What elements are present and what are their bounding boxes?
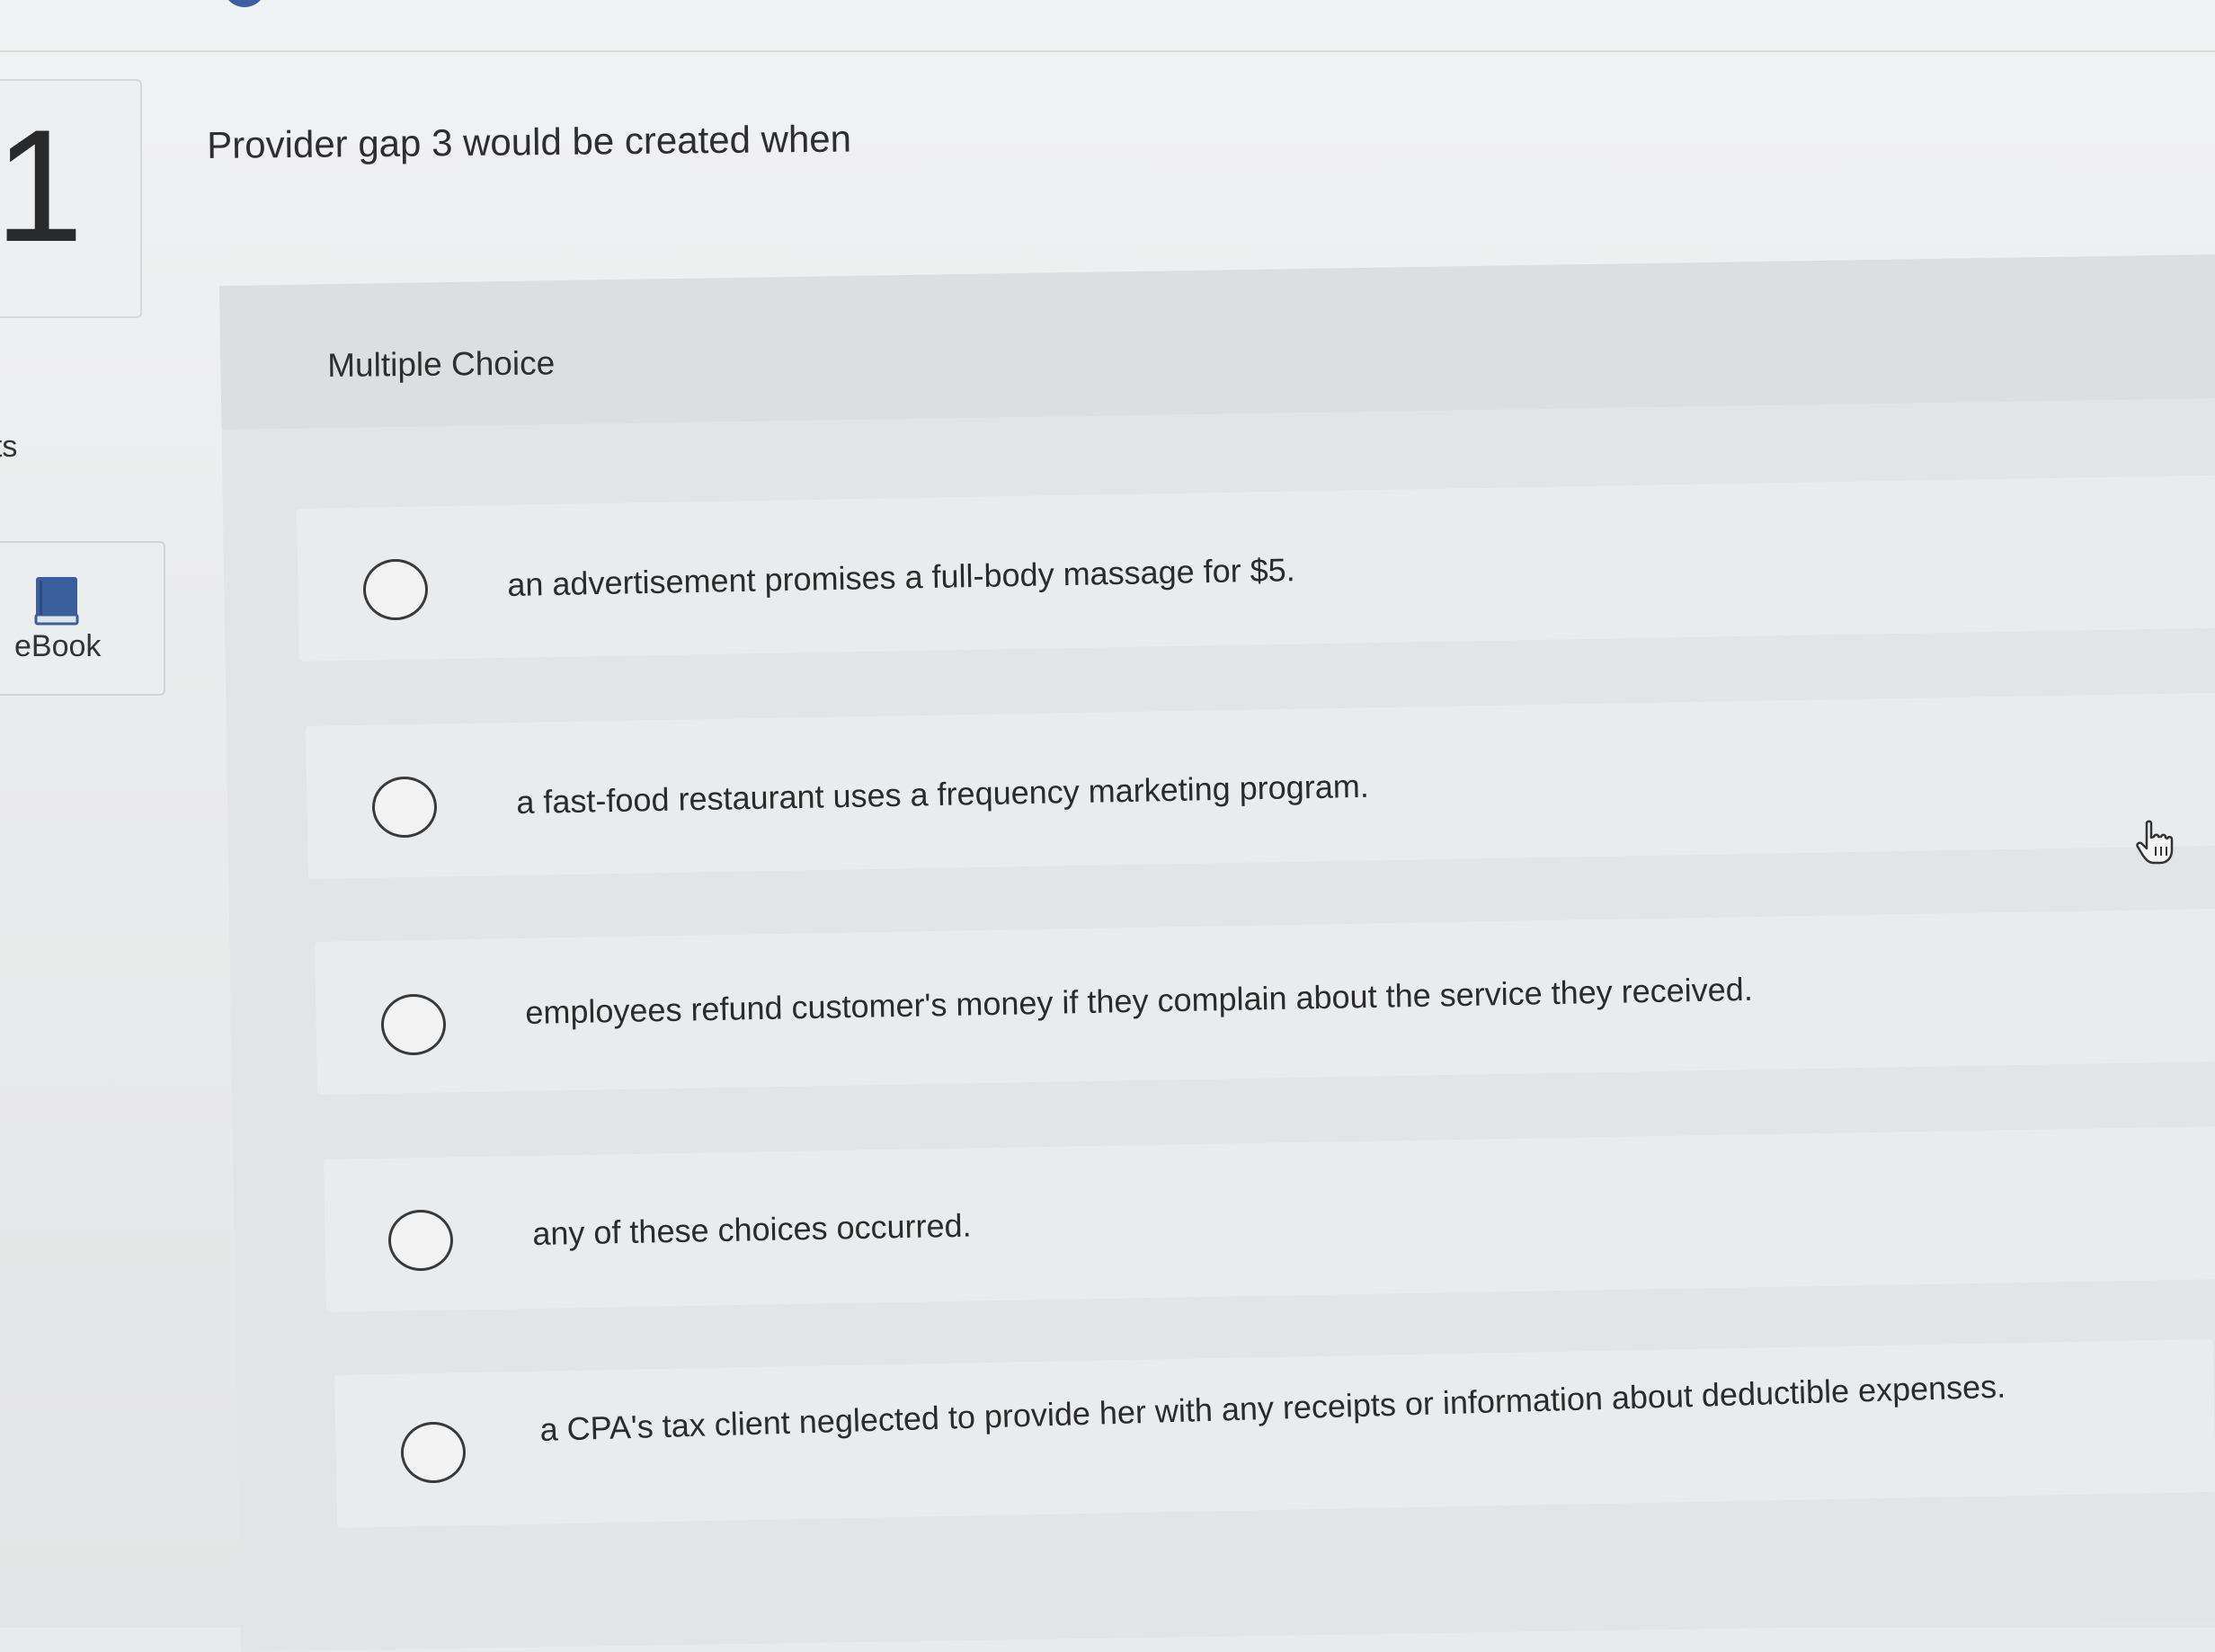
- ebook-label: eBook: [14, 629, 102, 663]
- ebook-button[interactable]: [0, 541, 165, 696]
- book-icon: [34, 577, 79, 626]
- answer-radio-button[interactable]: [372, 777, 437, 838]
- answer-radio-button[interactable]: [401, 1422, 466, 1483]
- answer-radio-button[interactable]: [388, 1210, 453, 1271]
- hand-pointer-icon: [2136, 820, 2174, 865]
- question-prompt: Provider gap 3 would be created when: [207, 117, 852, 166]
- answer-panel-header: [219, 253, 2215, 430]
- question-type-label: Multiple Choice: [327, 344, 556, 384]
- answer-radio-button[interactable]: [363, 559, 428, 620]
- question-number: 1: [0, 96, 84, 275]
- points-label: nts: [0, 430, 18, 464]
- answer-radio-button[interactable]: [381, 994, 446, 1055]
- top-divider: [0, 50, 2215, 52]
